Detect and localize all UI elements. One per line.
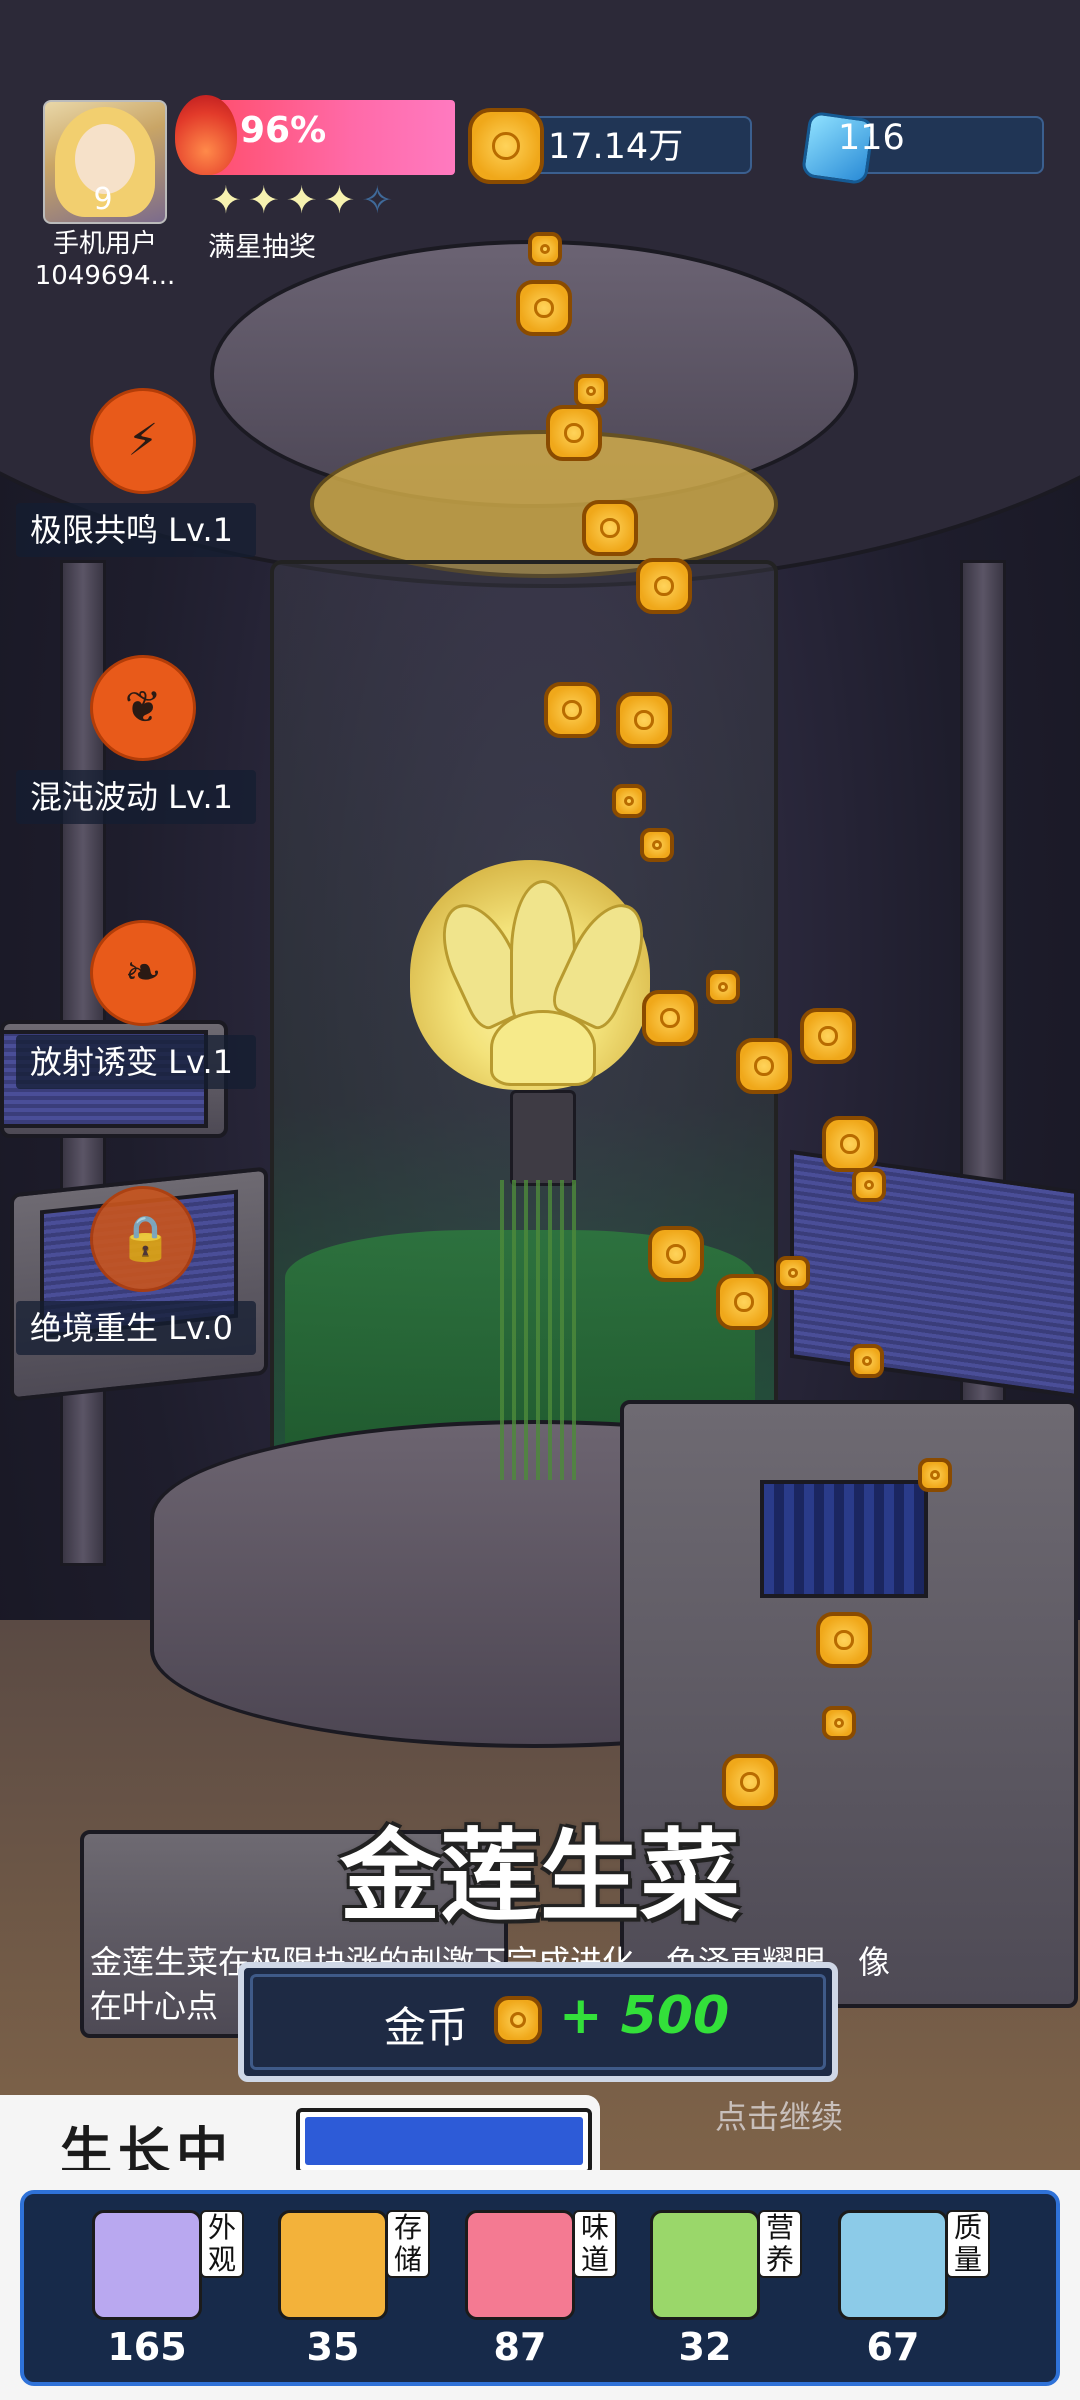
gem-amount: 116 (838, 118, 905, 158)
stat-value: 165 (107, 2325, 187, 2369)
skill-button-1[interactable]: ⚡ (90, 388, 196, 494)
gold-coin-icon (468, 108, 544, 184)
stat-tag: 营养 (758, 2210, 802, 2278)
flying-coin (612, 784, 646, 818)
stat-tag: 味道 (573, 2210, 617, 2278)
skill-label-1: 极限共鸣 Lv.1 (16, 503, 256, 557)
player-name: 手机用户 1049694... (10, 228, 200, 292)
lime-icon[interactable] (650, 2210, 760, 2320)
stat-tag: 存储 (386, 2210, 430, 2278)
growth-progress-bar (296, 2108, 592, 2174)
flying-coin (642, 990, 698, 1046)
thunder-icon: ⚡ (127, 415, 159, 466)
energy-bar[interactable] (200, 100, 455, 175)
stat-tag: 质量 (946, 2210, 990, 2278)
flying-coin (636, 558, 692, 614)
stat-tag: 外观 (200, 2210, 244, 2278)
flying-coin (822, 1706, 856, 1740)
flying-coin (816, 1612, 872, 1668)
flying-coin (800, 1008, 856, 1064)
flying-coin (616, 692, 672, 748)
flying-coin (706, 970, 740, 1004)
flying-coin (736, 1038, 792, 1094)
tap-to-continue[interactable]: 点击继续 (715, 2092, 843, 2138)
skill-button-3[interactable]: ❧ (90, 920, 196, 1026)
star-filled-icon: ✦ (285, 178, 324, 222)
reward-label: 金币 (384, 2003, 469, 2052)
flying-coin (822, 1116, 878, 1172)
skill-button-4[interactable]: 🔒 (90, 1186, 196, 1292)
reward-value: + 500 (559, 1986, 730, 2046)
flying-coin (776, 1256, 810, 1290)
flying-coin (544, 682, 600, 738)
star-filled-icon: ✦ (323, 178, 362, 222)
gold-coin-icon (494, 1996, 542, 2044)
sparkle-icon[interactable] (92, 2210, 202, 2320)
gold-amount: 17.14万 (548, 127, 684, 167)
star-filled-icon: ✦ (210, 178, 248, 222)
skill-label-4: 绝境重生 Lv.0 (16, 1301, 256, 1355)
reward-popup[interactable]: 金币 + 500 (238, 1962, 838, 2082)
star-empty-icon: ✧ (361, 178, 400, 222)
flying-coin (918, 1458, 952, 1492)
growth-progress-fill (305, 2117, 583, 2165)
player-name-line1: 手机用户 (52, 229, 157, 259)
skill-label-3: 放射诱变 Lv.1 (16, 1035, 256, 1089)
stat-value: 87 (493, 2325, 547, 2369)
player-level: 9 (93, 182, 113, 217)
sprout-box-icon: ❧ (124, 947, 162, 998)
flying-coin (852, 1168, 886, 1202)
skill-label-2: 混沌波动 Lv.1 (16, 770, 256, 824)
sprout-dome-icon: ❦ (124, 682, 162, 733)
flying-coin (648, 1226, 704, 1282)
flying-coin (582, 500, 638, 556)
flying-coin (640, 828, 674, 862)
star-rating: ✦✦✦✦✧ (210, 178, 399, 222)
skill-button-2[interactable]: ❦ (90, 655, 196, 761)
flying-coin (574, 374, 608, 408)
flying-coin (716, 1274, 772, 1330)
stat-value: 67 (866, 2325, 920, 2369)
storage-box-icon[interactable] (278, 2210, 388, 2320)
flying-coin (850, 1344, 884, 1378)
fire-icon (175, 95, 237, 175)
plant-holder (510, 1090, 576, 1186)
energy-percent: 96% (240, 110, 327, 151)
vegetable-title: 金莲生菜 (340, 1818, 740, 1935)
muscle-icon[interactable] (838, 2210, 948, 2320)
lock-icon: 🔒 (118, 1213, 173, 1264)
stat-value: 32 (678, 2325, 732, 2369)
stat-value: 35 (306, 2325, 360, 2369)
flying-coin (516, 280, 572, 336)
flying-coin (546, 405, 602, 461)
plant-roots (500, 1180, 580, 1480)
fork-knife-icon[interactable] (465, 2210, 575, 2320)
star-filled-icon: ✦ (247, 178, 286, 222)
player-name-line2: 1049694... (34, 261, 176, 291)
full-star-lottery-label[interactable]: 满星抽奖 (208, 225, 316, 264)
flying-coin (528, 232, 562, 266)
